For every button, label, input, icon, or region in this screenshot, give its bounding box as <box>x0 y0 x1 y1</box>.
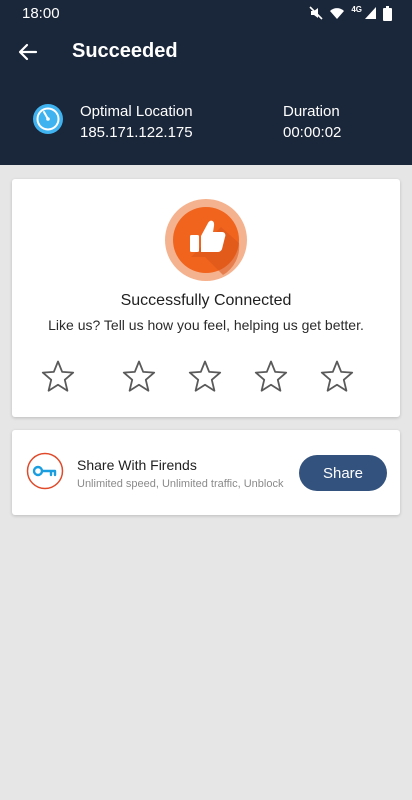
share-title: Share With Firends <box>77 457 197 473</box>
share-subtitle: Unlimited speed, Unlimited traffic, Unbl… <box>77 478 284 490</box>
duration-value: 00:00:02 <box>283 124 342 141</box>
status-icons: 4G <box>309 5 392 21</box>
star-2-icon[interactable] <box>121 359 157 395</box>
star-1-icon[interactable] <box>40 359 76 395</box>
back-button[interactable] <box>14 38 42 66</box>
header: 18:00 4G Succeeded Optimal Location 185.… <box>0 0 412 165</box>
duration-label: Duration <box>283 103 340 120</box>
rating-card: Successfully Connected Like us? Tell us … <box>12 179 400 417</box>
signal-icon <box>365 7 376 19</box>
rating-title: Successfully Connected <box>120 292 292 309</box>
star-5-icon[interactable] <box>319 359 355 395</box>
share-card: Share With Firends Unlimited speed, Unli… <box>12 430 400 515</box>
page-title: Succeeded <box>72 40 178 62</box>
rating-subtitle: Like us? Tell us how you feel, helping u… <box>48 317 364 333</box>
key-icon <box>26 452 64 490</box>
star-4-icon[interactable] <box>253 359 289 395</box>
network-type: 4G <box>351 4 362 14</box>
location-speed-icon <box>33 104 63 134</box>
share-button[interactable]: Share <box>299 455 387 491</box>
arrow-left-icon <box>18 43 38 61</box>
thumbs-up-icon <box>165 199 247 281</box>
mute-icon <box>309 6 323 20</box>
battery-icon <box>383 5 392 21</box>
star-3-icon[interactable] <box>187 359 223 395</box>
wifi-icon <box>330 8 345 19</box>
location-label: Optimal Location <box>80 103 193 120</box>
status-time: 18:00 <box>22 5 60 22</box>
location-value: 185.171.122.175 <box>80 124 193 141</box>
status-bar: 18:00 4G <box>0 0 412 26</box>
